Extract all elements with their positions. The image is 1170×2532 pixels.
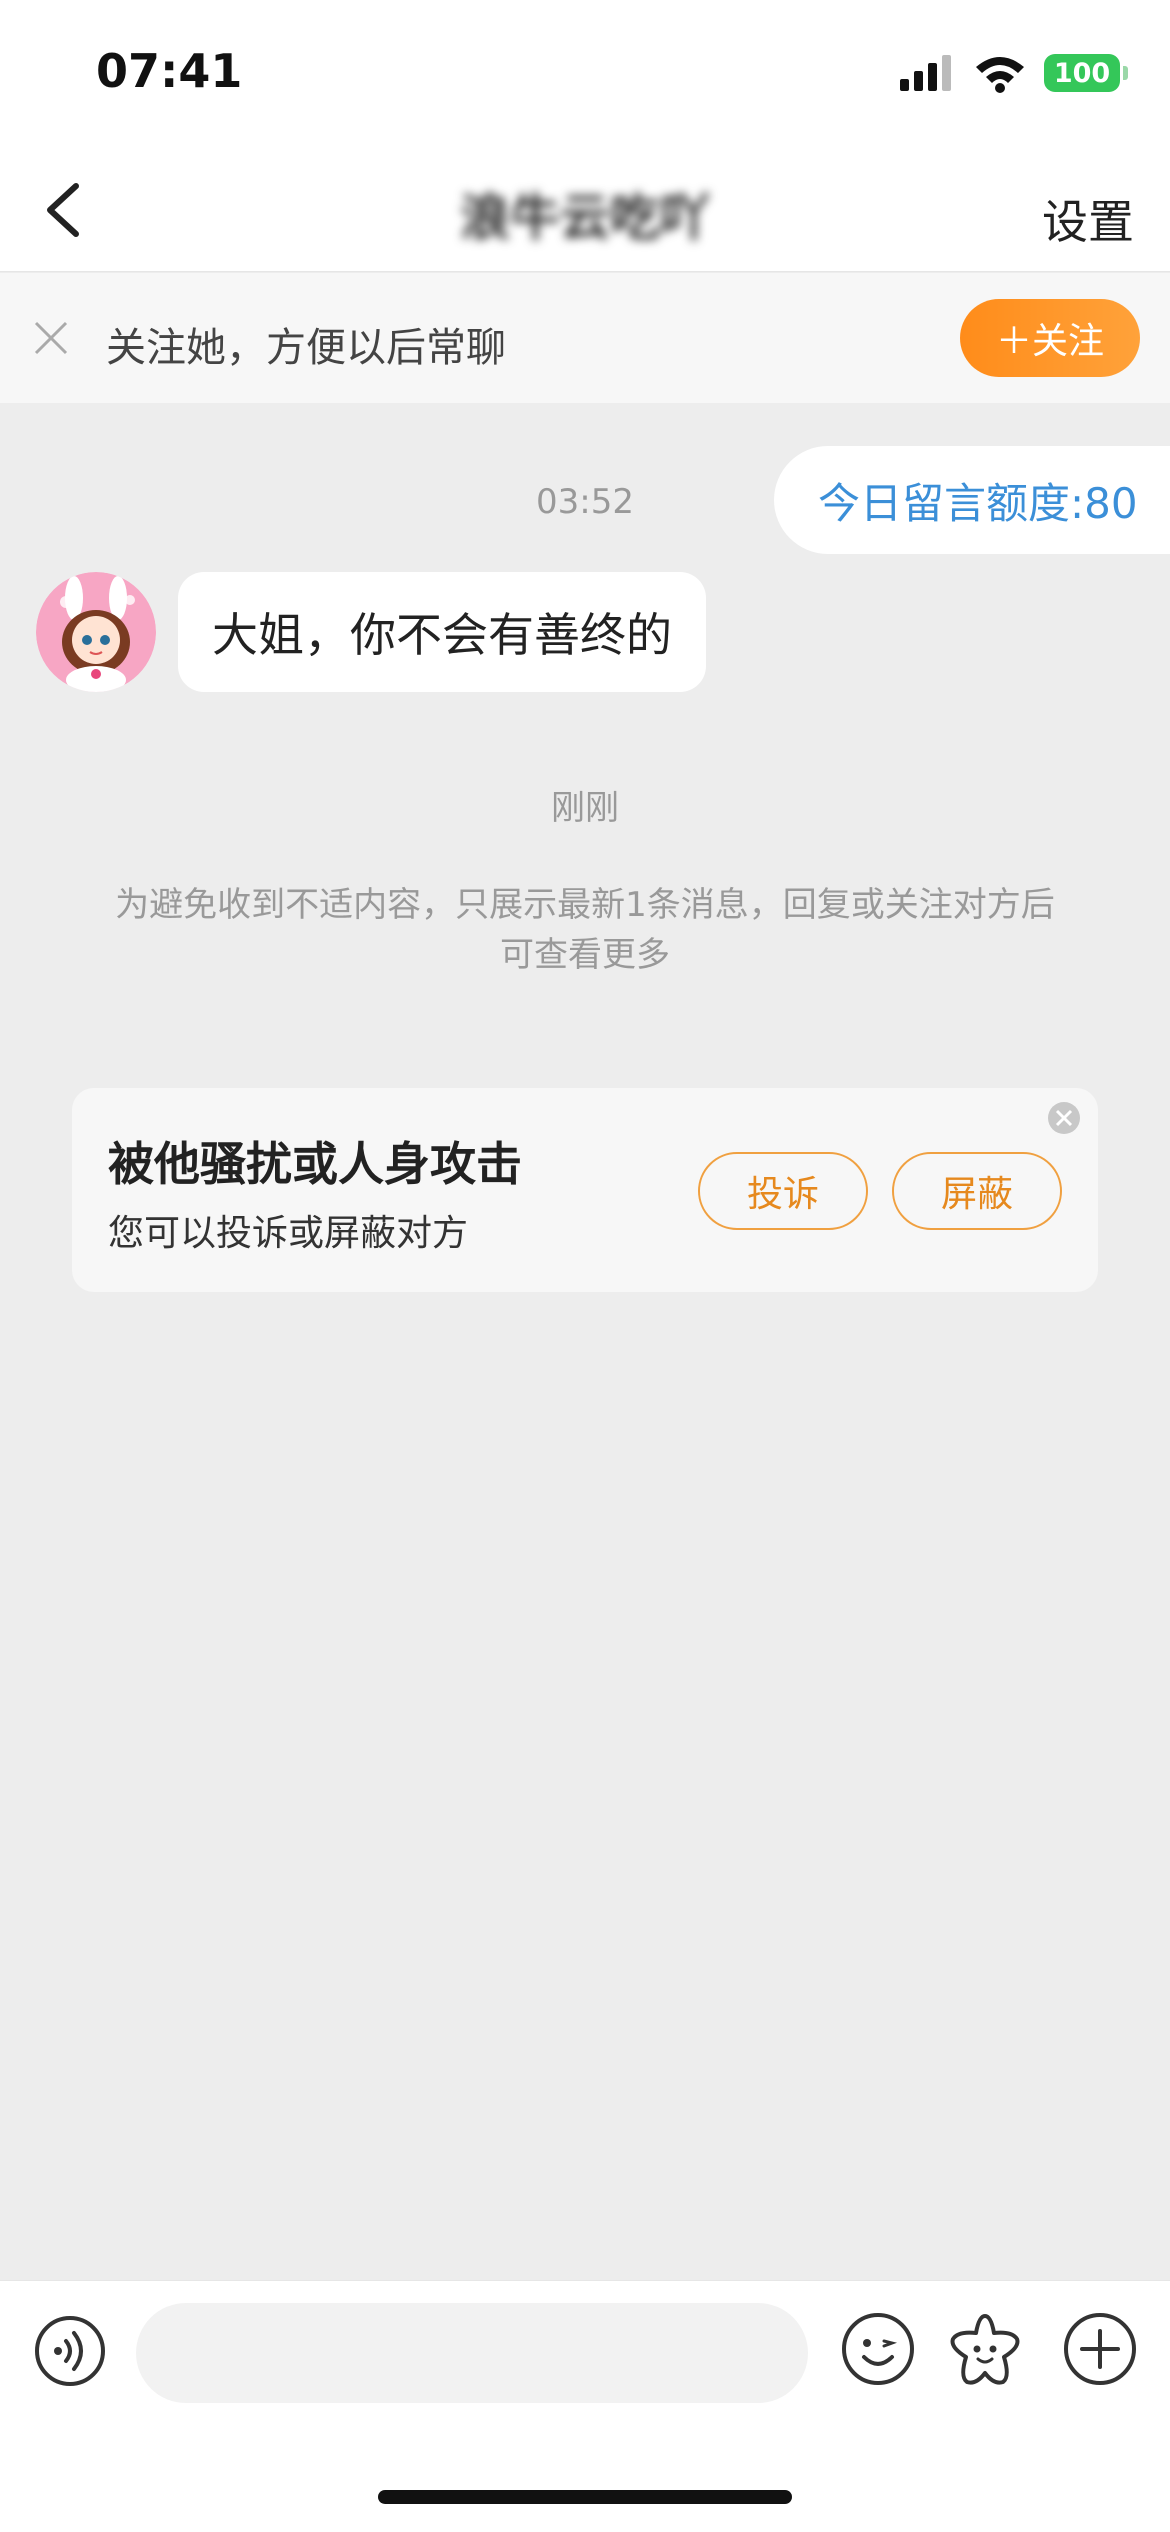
limited-messages-notice: 为避免收到不适内容，只展示最新1条消息，回复或关注对方后可查看更多	[115, 885, 1055, 975]
contact-name: 浪牛云吃吖	[460, 189, 710, 247]
plus-icon[interactable]	[1062, 2311, 1138, 2387]
close-icon[interactable]	[32, 319, 70, 357]
follow-button[interactable]: ＋关注	[960, 299, 1140, 377]
harassment-title: 被他骚扰或人身攻击	[108, 1137, 522, 1191]
avatar-image	[36, 572, 156, 692]
message-bubble[interactable]: 大姐，你不会有善终的	[178, 572, 706, 692]
sticker-icon[interactable]	[946, 2311, 1024, 2389]
message-input[interactable]	[136, 2303, 808, 2403]
avatar[interactable]	[36, 572, 156, 692]
wifi-icon	[976, 57, 1024, 93]
voice-icon[interactable]	[34, 2315, 106, 2387]
report-button[interactable]: 投诉	[698, 1152, 868, 1230]
message-timestamp: 刚刚	[551, 788, 619, 828]
message-timestamp: 03:52	[536, 482, 634, 522]
chat-screen: 07:41 100 浪牛云吃吖 设置 关注她，方便以后常聊 ＋关注 今日留言额度…	[0, 0, 1170, 2532]
chat-title: 浪牛云吃吖	[0, 178, 1170, 250]
follow-banner: 关注她，方便以后常聊 ＋关注	[0, 273, 1170, 403]
settings-button[interactable]: 设置	[1042, 186, 1134, 252]
emoji-icon[interactable]	[840, 2311, 916, 2387]
cellular-signal-icon	[900, 55, 951, 91]
follow-prompt-text: 关注她，方便以后常聊	[106, 325, 506, 371]
block-button[interactable]: 屏蔽	[892, 1152, 1062, 1230]
battery-icon: 100	[1044, 54, 1128, 92]
harassment-subtitle: 您可以投诉或屏蔽对方	[108, 1213, 469, 1254]
status-bar: 07:41 100	[0, 0, 1170, 150]
harassment-card: 被他骚扰或人身攻击 您可以投诉或屏蔽对方 投诉 屏蔽	[72, 1088, 1098, 1292]
close-icon[interactable]	[1046, 1100, 1082, 1136]
home-indicator[interactable]	[378, 2490, 792, 2504]
nav-bar: 浪牛云吃吖 设置	[0, 150, 1170, 272]
status-time: 07:41	[96, 44, 243, 98]
status-icons: 100	[900, 52, 1128, 94]
